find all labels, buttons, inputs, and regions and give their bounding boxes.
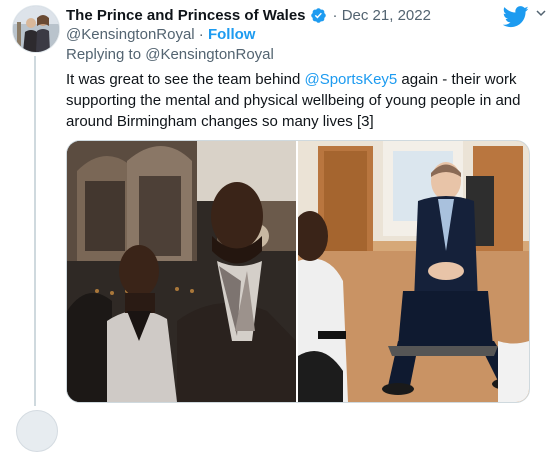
follow-button[interactable]: Follow (208, 26, 256, 43)
handle-row: @KensingtonRoyal · Follow (66, 26, 255, 43)
author-display-name[interactable]: The Prince and Princess of Wales (66, 7, 306, 24)
twitter-bird-icon[interactable] (503, 6, 529, 28)
photo-2-illustration (298, 141, 529, 402)
thread-line (34, 56, 36, 406)
tweet-date[interactable]: · Dec 21, 2022 (333, 7, 431, 24)
avatar-photo (13, 6, 59, 52)
verified-badge-icon (310, 7, 326, 23)
media-photo-1[interactable] (67, 141, 296, 402)
separator: · (194, 26, 208, 43)
tweet-media (66, 140, 530, 403)
author-avatar[interactable] (12, 5, 60, 53)
next-tweet-avatar[interactable] (16, 410, 58, 452)
tweet-text: It was great to see the team behind @Spo… (66, 69, 536, 132)
replying-prefix: Replying to (66, 46, 146, 63)
replying-to-handle[interactable]: @KensingtonRoyal (145, 46, 274, 63)
chevron-down-icon[interactable] (534, 6, 548, 20)
media-photo-2[interactable] (298, 141, 529, 402)
author-handle[interactable]: @KensingtonRoyal (66, 26, 195, 43)
replying-to: Replying to @KensingtonRoyal (66, 46, 274, 63)
tweet-text-before: It was great to see the team behind (66, 71, 305, 88)
tweet-date-text: Dec 21, 2022 (341, 6, 431, 24)
photo-1-illustration (67, 141, 296, 402)
tweet[interactable]: The Prince and Princess of Wales · Dec 2… (0, 0, 550, 452)
mention-link[interactable]: @SportsKey5 (304, 71, 397, 88)
tweet-header: The Prince and Princess of Wales · Dec 2… (66, 5, 431, 25)
